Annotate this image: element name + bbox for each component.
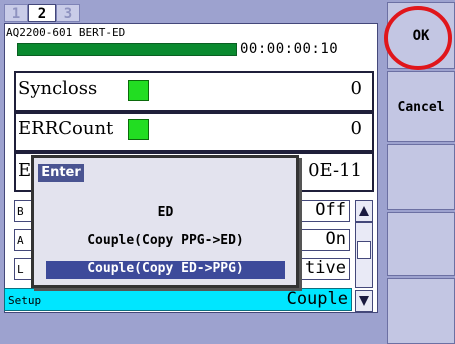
ber-value: 0E-11 [308,160,362,181]
syncloss-indicator [128,80,149,101]
ber-label: E [18,160,32,181]
popup-item-copy-ppg-ed[interactable]: Couple(Copy PPG->ED) [46,233,285,251]
setup-value: Couple [286,289,348,309]
tab-3[interactable]: 3 [56,4,80,22]
popup-item-ed[interactable]: ED [46,205,285,223]
device-title: AQ2200-601 BERT-ED [6,26,126,39]
errcount-label: ERRCount [18,118,114,139]
progress-bar [17,43,237,56]
settings-row-value: Off [315,200,346,220]
settings-row-value: On [325,229,346,249]
cancel-button[interactable]: Cancel [387,71,455,142]
tab-2[interactable]: 2 [28,4,56,22]
setup-label: Setup [8,294,42,307]
menu-button-blank[interactable] [387,144,455,210]
scroll-up-icon [359,206,369,216]
settings-row-name: B [17,205,24,218]
errcount-value: 0 [350,118,362,139]
scroll-up-button[interactable] [355,200,373,222]
menu-button-blank[interactable] [387,278,455,344]
settings-row-value: tive [305,258,346,278]
scroll-down-button[interactable] [355,290,373,312]
scrollbar-thumb[interactable] [357,241,371,259]
syncloss-label: Syncloss [18,78,98,99]
scroll-down-icon [359,296,369,306]
errcount-indicator [128,119,149,140]
popup-item-copy-ed-ppg[interactable]: Couple(Copy ED->PPG) [46,261,285,279]
elapsed-time: 00:00:00:10 [240,41,339,57]
settings-row-name: A [17,234,24,247]
syncloss-value: 0 [350,78,362,99]
tab-1[interactable]: 1 [4,4,28,22]
popup-header: Enter [38,164,84,182]
menu-button-blank[interactable] [387,212,455,276]
settings-row-name: L [17,263,24,276]
highlight-circle [384,6,452,70]
